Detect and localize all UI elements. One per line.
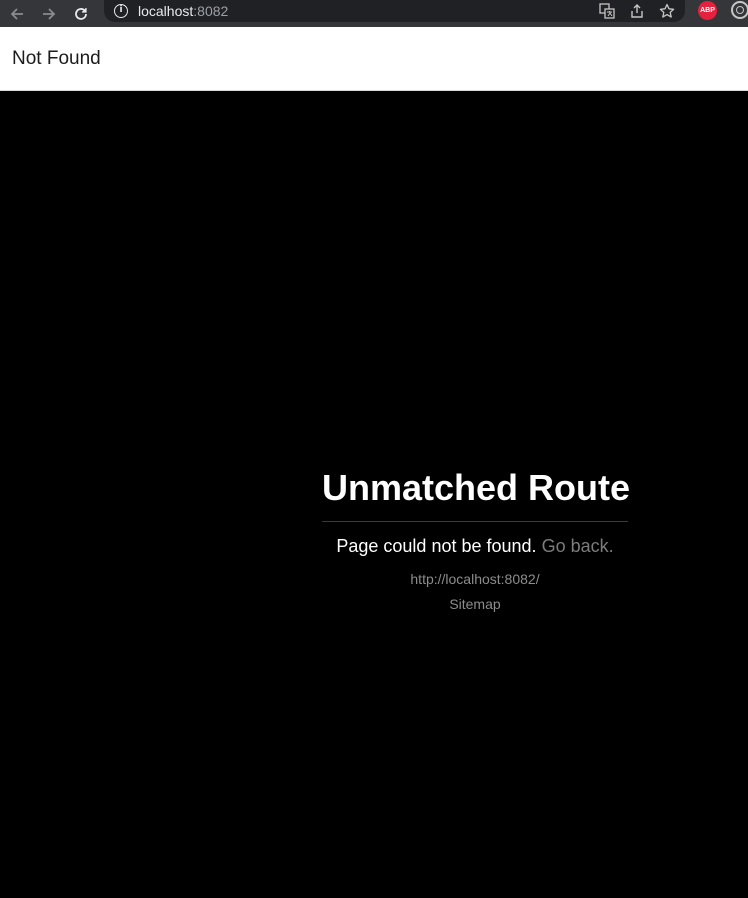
info-icon[interactable]: i — [114, 4, 128, 18]
forward-arrow-icon — [43, 7, 56, 20]
app-header: Not Found — [0, 27, 748, 91]
extension-icon[interactable] — [731, 1, 748, 19]
not-found-message: Page could not be found. Go back. — [322, 536, 628, 557]
back-arrow-icon — [10, 7, 23, 20]
route-url: http://localhost:8082/ — [410, 571, 540, 587]
browser-toolbar: i localhost:8082 ABP — [0, 0, 748, 27]
not-found-panel: Unmatched Route Page could not be found.… — [322, 467, 631, 612]
go-back-link[interactable]: Go back. — [542, 536, 614, 556]
address-url[interactable]: localhost:8082 — [138, 3, 228, 19]
page-title: Not Found — [12, 47, 101, 69]
share-icon[interactable] — [629, 3, 645, 19]
address-bar[interactable]: i localhost:8082 — [104, 0, 685, 22]
forward-button[interactable] — [38, 3, 60, 25]
reload-button[interactable] — [70, 3, 92, 25]
message-text: Page could not be found. — [336, 536, 537, 556]
sitemap-link[interactable]: Sitemap — [322, 596, 628, 612]
translate-icon[interactable] — [599, 3, 615, 19]
back-button[interactable] — [6, 3, 28, 25]
adblock-extension-icon[interactable]: ABP — [698, 1, 717, 20]
unmatched-route-heading: Unmatched Route — [322, 467, 631, 508]
reload-icon — [75, 7, 87, 20]
bookmark-star-icon[interactable] — [659, 3, 675, 19]
divider — [322, 521, 628, 522]
main-content: Unmatched Route Page could not be found.… — [0, 92, 748, 898]
